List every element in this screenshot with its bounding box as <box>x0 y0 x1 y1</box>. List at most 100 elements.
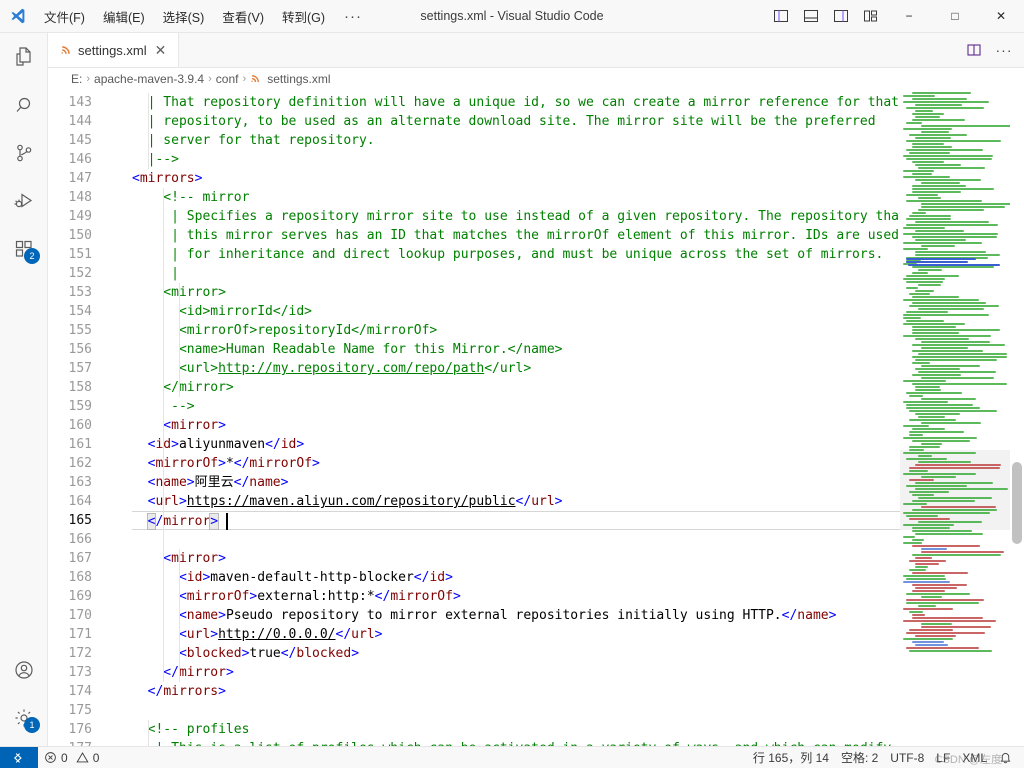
code-line[interactable]: | That repository definition will have a… <box>132 93 900 112</box>
code-line[interactable]: <mirror> <box>132 549 900 568</box>
fold-indicator[interactable] <box>114 207 132 226</box>
menu-edit[interactable]: 编辑(E) <box>94 0 154 32</box>
fold-indicator[interactable] <box>114 359 132 378</box>
fold-indicator[interactable] <box>114 150 132 169</box>
fold-indicator[interactable] <box>114 682 132 701</box>
folding-gutter[interactable] <box>114 90 132 746</box>
toggle-panel-icon[interactable] <box>796 0 826 32</box>
status-language-mode[interactable]: XML <box>956 747 993 768</box>
fold-indicator[interactable] <box>114 587 132 606</box>
fold-indicator[interactable] <box>114 112 132 131</box>
window-close-button[interactable]: ✕ <box>978 0 1024 33</box>
fold-indicator[interactable] <box>114 568 132 587</box>
fold-indicator[interactable] <box>114 416 132 435</box>
code-scroll-area[interactable]: 143 144 145 146 147 148 149 150 151 152 153 154 155 1… <box>48 90 900 746</box>
fold-indicator[interactable] <box>114 321 132 340</box>
fold-indicator[interactable] <box>114 169 132 188</box>
code-line[interactable]: <id>maven-default-http-blocker</id> <box>132 568 900 587</box>
code-line[interactable]: | Specifies a repository mirror site to … <box>132 207 900 226</box>
code-line[interactable]: | repository, to be used as an alternate… <box>132 112 900 131</box>
activitybar-search[interactable] <box>0 81 48 129</box>
code-line[interactable]: <!-- profiles <box>132 720 900 739</box>
fold-indicator[interactable] <box>114 644 132 663</box>
fold-indicator[interactable] <box>114 283 132 302</box>
status-indentation[interactable]: 空格: 2 <box>835 747 884 768</box>
remote-indicator[interactable] <box>0 746 38 768</box>
fold-indicator[interactable] <box>114 454 132 473</box>
code-line[interactable]: <blocked>true</blocked> <box>132 644 900 663</box>
status-problems[interactable]: 0 0 <box>38 747 105 768</box>
code-line[interactable]: <id>aliyunmaven</id> <box>132 435 900 454</box>
fold-indicator[interactable] <box>114 663 132 682</box>
menu-bar[interactable]: 文件(F) 编辑(E) 选择(S) 查看(V) 转到(G) ··· <box>35 0 372 32</box>
activitybar-explorer[interactable] <box>0 33 48 81</box>
code-line[interactable]: <!-- mirror <box>132 188 900 207</box>
code-line[interactable]: | server for that repository. <box>132 131 900 150</box>
code-line[interactable]: | for inheritance and direct lookup purp… <box>132 245 900 264</box>
fold-indicator[interactable] <box>114 226 132 245</box>
window-maximize-button[interactable]: □ <box>932 0 978 33</box>
fold-indicator[interactable] <box>114 492 132 511</box>
breadcrumb-item-1[interactable]: apache-maven-3.9.4 <box>91 72 207 86</box>
fold-indicator[interactable] <box>114 93 132 112</box>
fold-indicator[interactable] <box>114 245 132 264</box>
menu-go[interactable]: 转到(G) <box>273 0 334 32</box>
code-line[interactable]: <name>阿里云</name> <box>132 473 900 492</box>
menu-selection[interactable]: 选择(S) <box>154 0 214 32</box>
fold-indicator[interactable] <box>114 739 132 746</box>
code-line[interactable]: | this mirror serves has an ID that matc… <box>132 226 900 245</box>
activitybar-accounts[interactable] <box>0 646 48 694</box>
code-line[interactable]: | This is a list of profiles which can b… <box>132 739 900 746</box>
code-line[interactable]: <name>Pseudo repository to mirror extern… <box>132 606 900 625</box>
toggle-secondary-sidebar-icon[interactable] <box>826 0 856 32</box>
fold-indicator[interactable] <box>114 701 132 720</box>
menu-file[interactable]: 文件(F) <box>35 0 94 32</box>
window-minimize-button[interactable]: − <box>886 0 932 33</box>
activitybar-manage[interactable]: 1 <box>0 694 48 742</box>
code-line[interactable]: </mirror> <box>132 378 900 397</box>
code-line[interactable]: <mirrorOf>external:http:*</mirrorOf> <box>132 587 900 606</box>
breadcrumb-item-2[interactable]: conf <box>213 72 242 86</box>
fold-indicator[interactable] <box>114 378 132 397</box>
code-line[interactable]: <mirror> <box>132 283 900 302</box>
breadcrumb-item-3[interactable]: settings.xml <box>247 72 333 86</box>
fold-indicator[interactable] <box>114 302 132 321</box>
fold-indicator[interactable] <box>114 340 132 359</box>
fold-indicator[interactable] <box>114 530 132 549</box>
status-notifications[interactable] <box>993 747 1018 768</box>
fold-indicator[interactable] <box>114 511 132 530</box>
code-line[interactable]: <mirrors> <box>132 169 900 188</box>
minimap[interactable] <box>900 90 1010 746</box>
code-line[interactable]: <url>http://my.repository.com/repo/path<… <box>132 359 900 378</box>
fold-indicator[interactable] <box>114 435 132 454</box>
fold-indicator[interactable] <box>114 264 132 283</box>
code-line[interactable] <box>132 530 900 549</box>
code-line[interactable]: <url>http://0.0.0.0/</url> <box>132 625 900 644</box>
menu-view[interactable]: 查看(V) <box>213 0 273 32</box>
fold-indicator[interactable] <box>114 188 132 207</box>
code-line[interactable]: --> <box>132 397 900 416</box>
code-line[interactable]: </mirror> <box>132 663 900 682</box>
code-line[interactable]: <mirror> <box>132 416 900 435</box>
fold-indicator[interactable] <box>114 606 132 625</box>
code-line[interactable]: </mirror> <box>132 511 900 530</box>
fold-indicator[interactable] <box>114 720 132 739</box>
customize-layout-icon[interactable] <box>856 0 886 32</box>
split-editor-icon[interactable] <box>960 36 988 64</box>
breadcrumb-item-0[interactable]: E: <box>68 72 85 86</box>
menu-more-button[interactable]: ··· <box>334 0 372 32</box>
fold-indicator[interactable] <box>114 473 132 492</box>
activitybar-extensions[interactable]: 2 <box>0 225 48 273</box>
fold-indicator[interactable] <box>114 397 132 416</box>
code-line[interactable]: <url>https://maven.aliyun.com/repository… <box>132 492 900 511</box>
status-eol[interactable]: LF <box>930 747 956 768</box>
editor-more-actions-button[interactable]: ··· <box>990 36 1018 64</box>
editor-vertical-scrollbar[interactable] <box>1010 90 1024 746</box>
activitybar-run-debug[interactable] <box>0 177 48 225</box>
fold-indicator[interactable] <box>114 549 132 568</box>
toggle-primary-sidebar-icon[interactable] <box>766 0 796 32</box>
activitybar-source-control[interactable] <box>0 129 48 177</box>
tab-settings-xml[interactable]: settings.xml ✕ <box>48 33 180 67</box>
code-line[interactable]: <id>mirrorId</id> <box>132 302 900 321</box>
code-line[interactable]: <mirrorOf>repositoryId</mirrorOf> <box>132 321 900 340</box>
